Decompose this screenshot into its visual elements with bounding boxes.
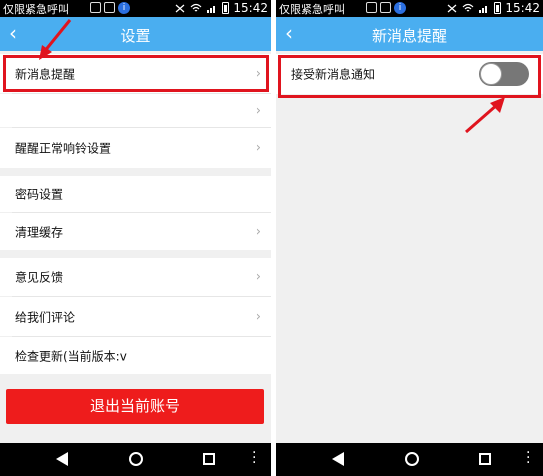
toggle-knob [480,63,502,85]
clock: 15:42 [233,1,268,15]
mute-icon [448,4,457,12]
image-icon [104,2,115,13]
notification-icon [366,2,377,13]
chevron-right-icon: › [255,103,261,118]
status-bar: 仅限紧急呼叫 i 15:42 [0,0,271,17]
signal-icon [207,5,216,13]
settings-item-label: 清理缓存 [15,225,64,239]
notification-icons: i [90,2,130,14]
arrow-annotation [465,97,505,134]
notification-icon [90,2,101,13]
nav-home-icon[interactable] [129,452,143,466]
settings-item-feedback[interactable]: 意见反馈 › [0,258,271,296]
signal-icon [479,5,488,13]
navigation-bar: · · · [0,443,271,476]
settings-screen: 仅限紧急呼叫 i 15:42 ‹ 设置 新消息提醒 › › 醒醒正常响铃设置 ›… [0,0,271,476]
settings-item-rate-us[interactable]: 给我们评论 › [0,297,271,336]
carrier-text: 仅限紧急呼叫 [3,3,69,16]
settings-item-label: 给我们评论 [15,310,76,324]
settings-item-password[interactable]: 密码设置 [0,176,271,212]
status-right: 15:42 [446,1,540,15]
settings-item-ringtone[interactable]: 醒醒正常响铃设置 › [0,128,271,168]
page-title: 设置 [120,27,151,45]
settings-item-2[interactable]: › [0,94,271,127]
settings-item-new-message[interactable]: 新消息提醒 › [0,54,271,93]
wifi-icon [190,3,202,11]
setting-label: 接受新消息通知 [291,67,376,82]
logout-button[interactable]: 退出当前账号 [6,389,264,424]
notification-icons: i [366,2,406,14]
status-bar: 仅限紧急呼叫 i 15:42 [276,0,543,17]
settings-item-check-update[interactable]: 检查更新(当前版本:v [0,337,271,374]
wifi-icon [462,3,474,11]
status-right: 15:42 [174,1,268,15]
nav-home-icon[interactable] [405,452,419,466]
title-bar: ‹ 设置 [0,17,271,51]
settings-item-label: 意见反馈 [15,270,64,285]
nav-recent-icon[interactable] [203,453,215,465]
nav-more-icon[interactable]: · · · [252,446,256,470]
title-bar: ‹ 新消息提醒 [276,17,543,51]
nav-recent-icon[interactable] [479,453,491,465]
carrier-text: 仅限紧急呼叫 [279,3,345,16]
nav-more-icon[interactable]: · · · [526,446,530,470]
battery-icon [494,2,502,14]
nav-back-icon[interactable] [332,452,344,466]
settings-item-label: 检查更新(当前版本:v [15,349,127,363]
image-icon [380,2,391,13]
notification-toggle[interactable] [479,62,529,86]
clock: 15:42 [505,1,540,15]
chevron-right-icon: › [255,66,261,81]
battery-icon [222,2,230,14]
settings-item-clear-cache[interactable]: 清理缓存 › [0,213,271,250]
nav-back-icon[interactable] [56,452,68,466]
info-icon: i [394,2,406,14]
chevron-right-icon: › [255,269,261,285]
mute-icon [176,4,185,12]
chevron-right-icon: › [255,140,261,156]
chevron-right-icon: › [255,309,261,324]
new-message-screen: 仅限紧急呼叫 i 15:42 ‹ 新消息提醒 接受新消息通知 · · · [276,0,543,476]
settings-item-label: 醒醒正常响铃设置 [15,141,112,156]
info-icon: i [118,2,130,14]
settings-item-label: 密码设置 [15,187,64,202]
chevron-right-icon: › [255,224,261,239]
navigation-bar: · · · [276,443,543,476]
settings-item-label: 新消息提醒 [15,67,76,81]
page-title: 新消息提醒 [371,27,447,45]
